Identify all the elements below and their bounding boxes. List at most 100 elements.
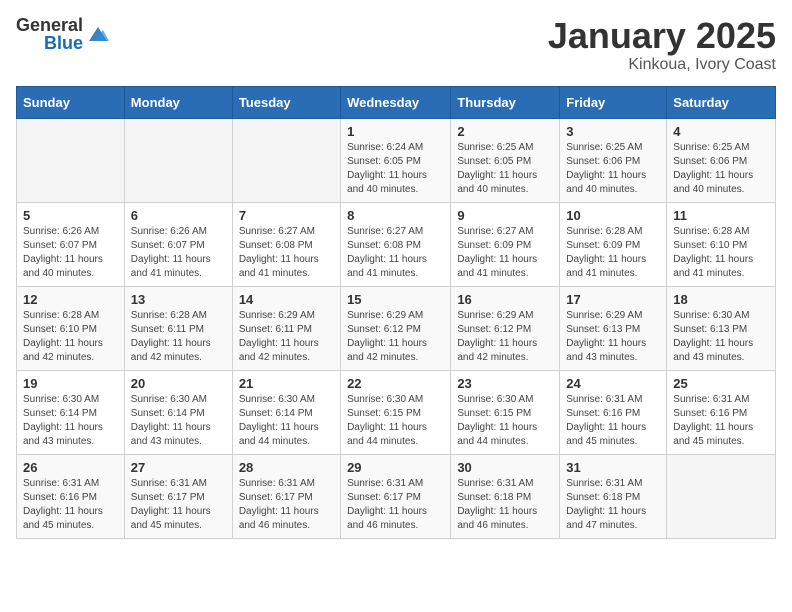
day-number: 13 (131, 292, 226, 307)
calendar-cell: 28 Sunrise: 6:31 AMSunset: 6:17 PMDayligh… (232, 454, 340, 538)
day-number: 19 (23, 376, 118, 391)
day-info: Sunrise: 6:30 AMSunset: 6:13 PMDaylight:… (673, 309, 769, 365)
day-number: 30 (457, 460, 553, 475)
day-info: Sunrise: 6:24 AMSunset: 6:05 PMDaylight:… (347, 141, 444, 197)
calendar-cell: 29 Sunrise: 6:31 AMSunset: 6:17 PMDayligh… (341, 454, 451, 538)
day-info: Sunrise: 6:31 AMSunset: 6:16 PMDaylight:… (673, 393, 769, 449)
day-info: Sunrise: 6:30 AMSunset: 6:14 PMDaylight:… (23, 393, 118, 449)
calendar-cell (124, 118, 232, 202)
day-info: Sunrise: 6:28 AMSunset: 6:10 PMDaylight:… (23, 309, 118, 365)
calendar-cell: 5 Sunrise: 6:26 AMSunset: 6:07 PMDaylight… (17, 202, 125, 286)
day-info: Sunrise: 6:27 AMSunset: 6:08 PMDaylight:… (347, 225, 444, 281)
calendar-cell: 23 Sunrise: 6:30 AMSunset: 6:15 PMDayligh… (451, 370, 560, 454)
page-header: General Blue January 2025 Kinkoua, Ivory… (16, 16, 776, 74)
day-number: 18 (673, 292, 769, 307)
calendar-cell: 30 Sunrise: 6:31 AMSunset: 6:18 PMDayligh… (451, 454, 560, 538)
calendar-cell: 13 Sunrise: 6:28 AMSunset: 6:11 PMDayligh… (124, 286, 232, 370)
day-info: Sunrise: 6:30 AMSunset: 6:14 PMDaylight:… (131, 393, 226, 449)
day-info: Sunrise: 6:30 AMSunset: 6:15 PMDaylight:… (457, 393, 553, 449)
calendar-cell: 6Sunrise: 6:26 AMSunset: 6:07 PMDaylight… (124, 202, 232, 286)
day-info: Sunrise: 6:25 AMSunset: 6:06 PMDaylight:… (673, 141, 769, 197)
day-number: 5 (23, 208, 118, 223)
day-info: Sunrise: 6:31 AMSunset: 6:16 PMDaylight:… (23, 477, 118, 533)
calendar-cell: 12 Sunrise: 6:28 AMSunset: 6:10 PMDayligh… (17, 286, 125, 370)
calendar-cell: 31Sunrise: 6:31 AMSunset: 6:18 PMDayligh… (560, 454, 667, 538)
calendar-day-header: Saturday (667, 86, 776, 118)
calendar-week-row: 26 Sunrise: 6:31 AMSunset: 6:16 PMDayligh… (17, 454, 776, 538)
calendar-day-header: Thursday (451, 86, 560, 118)
day-info: Sunrise: 6:31 AMSunset: 6:16 PMDaylight:… (566, 393, 660, 449)
day-number: 16 (457, 292, 553, 307)
calendar-cell: 15 Sunrise: 6:29 AMSunset: 6:12 PMDayligh… (341, 286, 451, 370)
calendar-cell: 26 Sunrise: 6:31 AMSunset: 6:16 PMDayligh… (17, 454, 125, 538)
calendar-cell: 10Sunrise: 6:28 AMSunset: 6:09 PMDayligh… (560, 202, 667, 286)
day-number: 14 (239, 292, 334, 307)
calendar-cell (232, 118, 340, 202)
calendar-day-header: Tuesday (232, 86, 340, 118)
day-number: 1 (347, 124, 444, 139)
calendar-cell: 17Sunrise: 6:29 AMSunset: 6:13 PMDayligh… (560, 286, 667, 370)
day-info: Sunrise: 6:31 AMSunset: 6:17 PMDaylight:… (347, 477, 444, 533)
calendar-cell: 9 Sunrise: 6:27 AMSunset: 6:09 PMDaylight… (451, 202, 560, 286)
calendar-cell: 18 Sunrise: 6:30 AMSunset: 6:13 PMDayligh… (667, 286, 776, 370)
day-number: 11 (673, 208, 769, 223)
day-number: 3 (566, 124, 660, 139)
day-number: 15 (347, 292, 444, 307)
day-info: Sunrise: 6:31 AMSunset: 6:17 PMDaylight:… (131, 477, 226, 533)
day-info: Sunrise: 6:30 AMSunset: 6:14 PMDaylight:… (239, 393, 334, 449)
calendar-cell: 8 Sunrise: 6:27 AMSunset: 6:08 PMDaylight… (341, 202, 451, 286)
day-number: 24 (566, 376, 660, 391)
day-number: 29 (347, 460, 444, 475)
day-number: 27 (131, 460, 226, 475)
page-title: January 2025 (548, 16, 776, 56)
day-number: 28 (239, 460, 334, 475)
day-info: Sunrise: 6:29 AMSunset: 6:12 PMDaylight:… (347, 309, 444, 365)
calendar-cell: 16 Sunrise: 6:29 AMSunset: 6:12 PMDayligh… (451, 286, 560, 370)
calendar-cell: 20Sunrise: 6:30 AMSunset: 6:14 PMDayligh… (124, 370, 232, 454)
day-info: Sunrise: 6:26 AMSunset: 6:07 PMDaylight:… (23, 225, 118, 281)
calendar-week-row: 1 Sunrise: 6:24 AMSunset: 6:05 PMDaylight… (17, 118, 776, 202)
day-info: Sunrise: 6:28 AMSunset: 6:11 PMDaylight:… (131, 309, 226, 365)
day-number: 17 (566, 292, 660, 307)
calendar-cell (17, 118, 125, 202)
calendar-cell: 27 Sunrise: 6:31 AMSunset: 6:17 PMDayligh… (124, 454, 232, 538)
calendar-day-header: Wednesday (341, 86, 451, 118)
calendar-cell: 2 Sunrise: 6:25 AMSunset: 6:05 PMDaylight… (451, 118, 560, 202)
calendar-cell: 25Sunrise: 6:31 AMSunset: 6:16 PMDayligh… (667, 370, 776, 454)
calendar-week-row: 5 Sunrise: 6:26 AMSunset: 6:07 PMDaylight… (17, 202, 776, 286)
day-info: Sunrise: 6:31 AMSunset: 6:17 PMDaylight:… (239, 477, 334, 533)
day-number: 2 (457, 124, 553, 139)
calendar-header-row: SundayMondayTuesdayWednesdayThursdayFrid… (17, 86, 776, 118)
day-info: Sunrise: 6:26 AMSunset: 6:07 PMDaylight:… (131, 225, 226, 281)
day-info: Sunrise: 6:30 AMSunset: 6:15 PMDaylight:… (347, 393, 444, 449)
day-number: 26 (23, 460, 118, 475)
day-info: Sunrise: 6:25 AMSunset: 6:06 PMDaylight:… (566, 141, 660, 197)
logo-blue: Blue (44, 34, 83, 52)
day-number: 10 (566, 208, 660, 223)
day-number: 31 (566, 460, 660, 475)
calendar-day-header: Sunday (17, 86, 125, 118)
calendar-cell: 14 Sunrise: 6:29 AMSunset: 6:11 PMDayligh… (232, 286, 340, 370)
day-number: 8 (347, 208, 444, 223)
day-number: 21 (239, 376, 334, 391)
calendar-day-header: Friday (560, 86, 667, 118)
day-info: Sunrise: 6:25 AMSunset: 6:05 PMDaylight:… (457, 141, 553, 197)
day-info: Sunrise: 6:27 AMSunset: 6:09 PMDaylight:… (457, 225, 553, 281)
title-block: January 2025 Kinkoua, Ivory Coast (548, 16, 776, 74)
day-info: Sunrise: 6:29 AMSunset: 6:11 PMDaylight:… (239, 309, 334, 365)
page-subtitle: Kinkoua, Ivory Coast (548, 56, 776, 74)
day-number: 4 (673, 124, 769, 139)
calendar-week-row: 12 Sunrise: 6:28 AMSunset: 6:10 PMDayligh… (17, 286, 776, 370)
day-number: 9 (457, 208, 553, 223)
calendar-week-row: 19 Sunrise: 6:30 AMSunset: 6:14 PMDayligh… (17, 370, 776, 454)
calendar-cell: 1 Sunrise: 6:24 AMSunset: 6:05 PMDaylight… (341, 118, 451, 202)
calendar-cell (667, 454, 776, 538)
calendar-table: SundayMondayTuesdayWednesdayThursdayFrid… (16, 86, 776, 539)
day-info: Sunrise: 6:29 AMSunset: 6:12 PMDaylight:… (457, 309, 553, 365)
calendar-cell: 11 Sunrise: 6:28 AMSunset: 6:10 PMDayligh… (667, 202, 776, 286)
day-number: 23 (457, 376, 553, 391)
day-info: Sunrise: 6:27 AMSunset: 6:08 PMDaylight:… (239, 225, 334, 281)
day-info: Sunrise: 6:28 AMSunset: 6:10 PMDaylight:… (673, 225, 769, 281)
day-info: Sunrise: 6:31 AMSunset: 6:18 PMDaylight:… (457, 477, 553, 533)
day-number: 12 (23, 292, 118, 307)
